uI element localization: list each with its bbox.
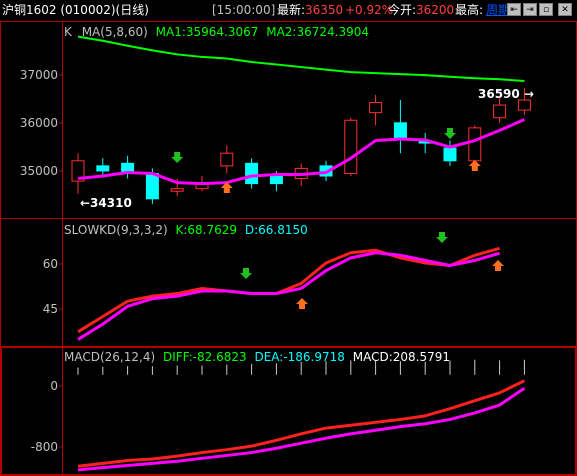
macd-tick-label: -800	[31, 440, 58, 454]
ma2-line	[77, 35, 525, 83]
ma-indicator-name: MA(5,8,60)	[82, 25, 148, 39]
kd-panel-legend: SLOWKD(9,3,3,2) K:68.7629 D:66.8150	[64, 223, 308, 237]
price-tick-label: 36000	[20, 116, 58, 130]
macd-panel-legend: MACD(26,12,4) DIFF:-82.6823 DEA:-186.971…	[64, 350, 450, 364]
kd-d-value: D:66.8150	[245, 223, 308, 237]
ma2-value: MA2:36724.3904	[266, 25, 369, 39]
high-price-annotation: 36590 →	[478, 87, 534, 101]
sell-signal-icon	[436, 232, 448, 243]
kd-indicator-name: SLOWKD(9,3,3,2)	[64, 223, 168, 237]
chart-canvas[interactable]: K MA(5,8,60) MA1:35964.3067 MA2:36724.39…	[0, 0, 577, 476]
price-tick-label: 37000	[20, 68, 58, 82]
sell-signal-icon	[444, 128, 456, 139]
ma1-value: MA1:35964.3067	[156, 25, 259, 39]
macd-diff-line	[77, 379, 526, 468]
candle-body	[344, 119, 358, 174]
kd-tick-label: 45	[43, 302, 58, 316]
kd-tick-label: 60	[43, 257, 58, 271]
ma1-line	[77, 118, 526, 186]
k-label: K	[64, 25, 73, 39]
candle-body	[245, 162, 259, 185]
candle-body	[369, 102, 383, 114]
macd-dea-value: DEA:-186.9718	[254, 350, 344, 364]
buy-signal-icon	[296, 298, 308, 309]
macd-tick-label: 0	[50, 379, 58, 393]
macd-macd-value: MACD:208.5791	[353, 350, 450, 364]
candle-body	[269, 175, 283, 185]
buy-signal-icon	[468, 160, 481, 171]
candle-body	[145, 172, 159, 200]
sell-signal-icon	[240, 268, 252, 279]
price-panel-legend: K MA(5,8,60) MA1:35964.3067 MA2:36724.39…	[64, 25, 369, 39]
macd-indicator-name: MACD(26,12,4)	[64, 350, 155, 364]
candle-body	[517, 99, 531, 111]
sell-signal-icon	[171, 152, 184, 163]
candle-body	[468, 127, 482, 162]
kd-k-value: K:68.7629	[175, 223, 237, 237]
candle-body	[220, 152, 234, 167]
candle-body	[493, 104, 507, 119]
kd-d-line	[77, 251, 501, 341]
macd-panel-frame	[1, 347, 576, 475]
macd-diff-value: DIFF:-82.6823	[163, 350, 247, 364]
low-price-annotation: ←34310	[80, 196, 132, 210]
candle-body	[393, 122, 407, 139]
macd-dea-line	[77, 387, 526, 472]
price-tick-label: 35000	[20, 164, 58, 178]
buy-signal-icon	[492, 260, 504, 271]
candle-body	[443, 147, 457, 162]
candle-body	[96, 165, 110, 172]
candle-body	[170, 188, 184, 192]
